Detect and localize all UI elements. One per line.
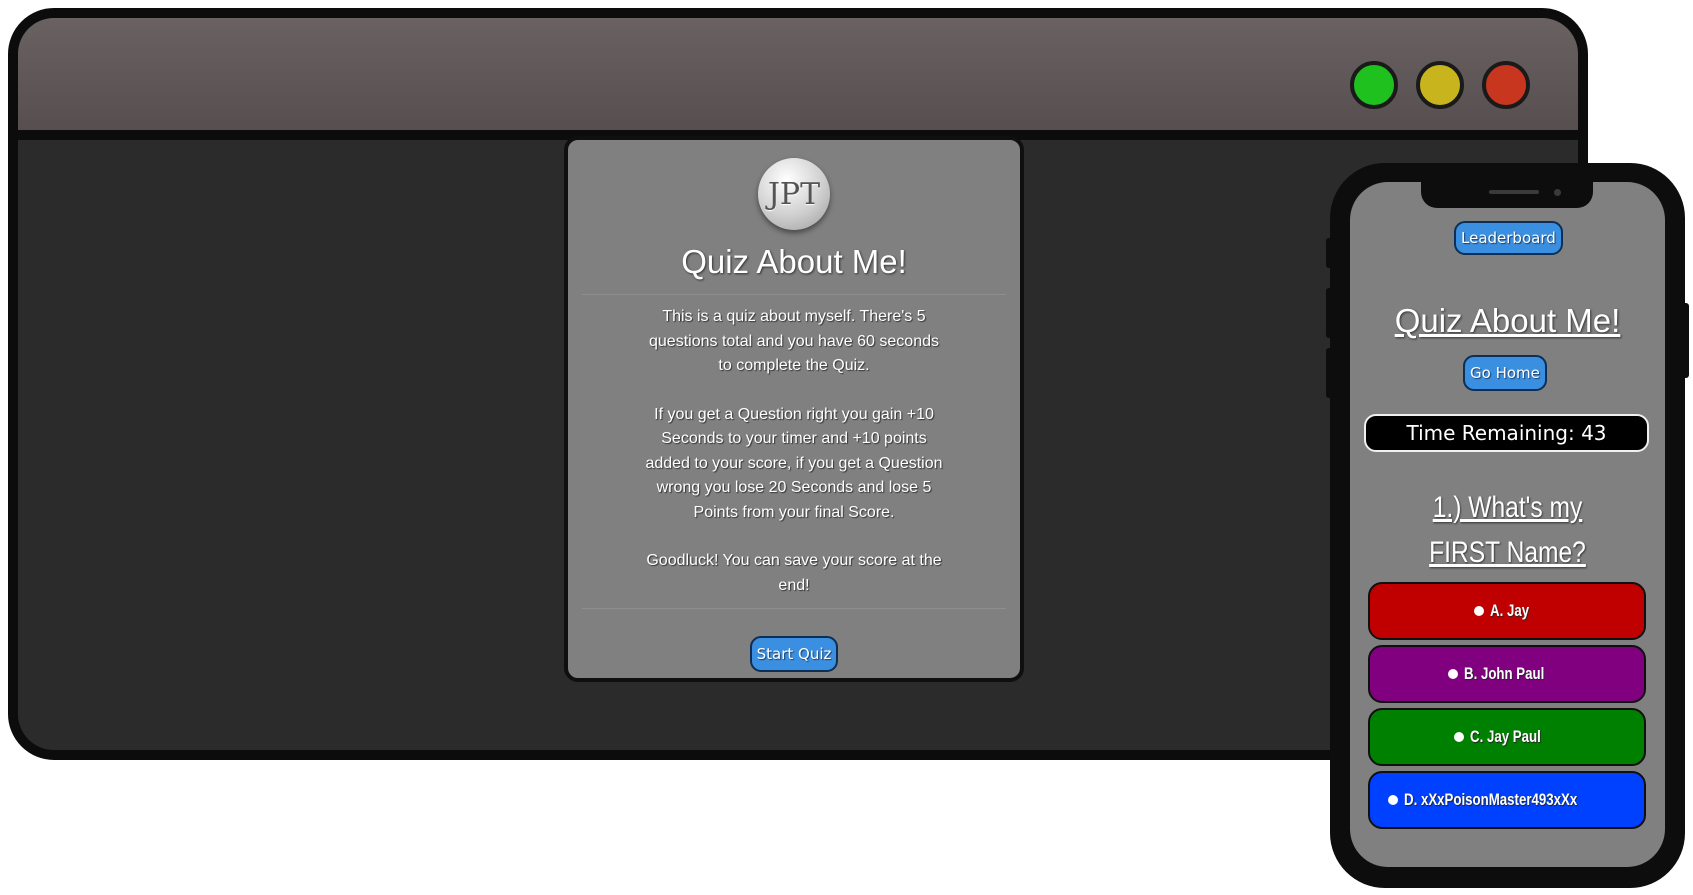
answer-option-a[interactable]: A. Jay [1368,582,1646,640]
time-remaining-display: Time Remaining: 43 [1364,414,1649,452]
logo-text: JPT [767,176,821,212]
description-paragraph: This is a quiz about myself. There's 5 q… [649,308,939,374]
camera-dot [1554,189,1561,196]
phone-volume-down [1326,348,1332,398]
question-heading: 1.) What's my FIRST Name? [1429,491,1586,569]
jpt-logo: JPT [758,158,830,230]
bullet-icon [1453,732,1464,742]
description-paragraph: Goodluck! You can save your score at the… [646,552,942,594]
phone-mockup: Leaderboard Quiz About Me! Go Home Time … [1326,163,1689,888]
leaderboard-button[interactable]: Leaderboard [1454,221,1563,255]
go-home-button[interactable]: Go Home [1463,355,1547,391]
answer-option-b[interactable]: B. John Paul [1368,645,1646,703]
phone-screen: Leaderboard Quiz About Me! Go Home Time … [1350,182,1665,867]
answer-label: D. xXxPoisonMaster493xXx [1403,790,1578,809]
close-button[interactable] [1482,61,1530,109]
browser-title-bar [18,18,1578,140]
speaker-grille [1489,190,1539,194]
answer-label: A. Jay [1489,601,1530,620]
card-title: Quiz About Me! [681,243,907,280]
answer-label: C. Jay Paul [1469,727,1541,746]
answer-option-c[interactable]: C. Jay Paul [1368,708,1646,766]
answer-label: B. John Paul [1463,664,1544,683]
phone-volume-up [1326,288,1332,338]
header-divider [582,294,1006,295]
bullet-icon [1447,669,1458,679]
quiz-intro-card: JPT Quiz About Me! This is a quiz about … [564,136,1024,682]
phone-page-title: Quiz About Me! [1394,302,1621,340]
start-quiz-button[interactable]: Start Quiz [749,636,839,672]
card-description: This is a quiz about myself. There's 5 q… [568,305,1020,598]
description-paragraph: If you get a Question right you gain +10… [645,405,943,521]
bullet-icon [1387,795,1398,805]
phone-power-button [1683,303,1689,378]
answer-option-d[interactable]: D. xXxPoisonMaster493xXx [1368,771,1646,829]
phone-mute-switch [1326,238,1332,268]
maximize-button[interactable] [1350,61,1398,109]
phone-notch [1421,182,1593,208]
footer-divider [582,608,1006,609]
bullet-icon [1473,606,1484,616]
minimize-button[interactable] [1416,61,1464,109]
